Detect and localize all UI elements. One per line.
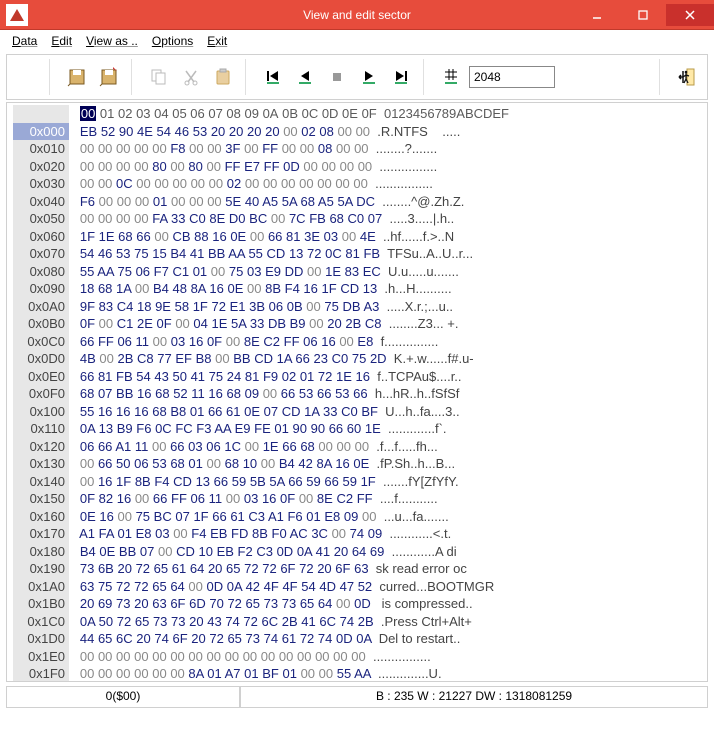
offset-cell: 0x010: [13, 140, 69, 158]
menu-viewas[interactable]: View as ..: [86, 34, 138, 48]
offset-cell: 0x1B0: [13, 595, 69, 613]
offset-cell: 0x0C0: [13, 333, 69, 351]
toolbar: [6, 54, 708, 100]
cut-icon[interactable]: [177, 59, 205, 95]
offset-cell: 0x050: [13, 210, 69, 228]
offset-cell: 0x020: [13, 158, 69, 176]
offset-cell: 0x1C0: [13, 613, 69, 631]
offset-cell: 0x1D0: [13, 630, 69, 648]
offset-cell: 0x100: [13, 403, 69, 421]
titlebar: View and edit sector: [0, 0, 714, 30]
offset-cell: 0x090: [13, 280, 69, 298]
offset-cell: 0x0E0: [13, 368, 69, 386]
menu-data[interactable]: Data: [12, 34, 37, 48]
offset-cell: 0x0B0: [13, 315, 69, 333]
offset-cell: 0x1E0: [13, 648, 69, 666]
status-offset: 0($00): [6, 686, 240, 708]
paste-icon[interactable]: [209, 59, 237, 95]
offset-cell: 0x120: [13, 438, 69, 456]
menu-edit[interactable]: Edit: [51, 34, 72, 48]
offset-cell: 0x060: [13, 228, 69, 246]
status-values: B : 235 W : 21227 DW : 1318081259: [240, 686, 708, 708]
offset-cell: 0x110: [13, 420, 69, 438]
menu-options[interactable]: Options: [152, 34, 193, 48]
first-icon[interactable]: [259, 59, 287, 95]
maximize-button[interactable]: [620, 4, 666, 26]
save-icon[interactable]: [63, 59, 91, 95]
sector-input[interactable]: [469, 66, 555, 88]
close-button[interactable]: [666, 4, 714, 26]
exit-door-icon[interactable]: [673, 59, 701, 95]
app-icon: [6, 4, 28, 26]
toolbar-blank[interactable]: [13, 59, 41, 95]
offset-cell: 0x140: [13, 473, 69, 491]
last-icon[interactable]: [387, 59, 415, 95]
statusbar: 0($00) B : 235 W : 21227 DW : 1318081259: [6, 686, 708, 708]
offset-cell: 0x070: [13, 245, 69, 263]
copy-icon[interactable]: [145, 59, 173, 95]
offset-cell: 0x000: [13, 123, 69, 141]
offset-cell: 0x190: [13, 560, 69, 578]
stop-icon[interactable]: [323, 59, 351, 95]
offset-cell: 0x160: [13, 508, 69, 526]
offset-cell: 0x150: [13, 490, 69, 508]
offset-cell: 0x1F0: [13, 665, 69, 682]
prev-icon[interactable]: [291, 59, 319, 95]
save-as-icon[interactable]: [95, 59, 123, 95]
offset-cell: 0x0F0: [13, 385, 69, 403]
offset-cell: 0x0D0: [13, 350, 69, 368]
offset-cell: 0x030: [13, 175, 69, 193]
offset-cell: 0x080: [13, 263, 69, 281]
menubar: Data Edit View as .. Options Exit: [0, 30, 714, 52]
offset-cell: 0x130: [13, 455, 69, 473]
goto-icon[interactable]: [437, 59, 465, 95]
menu-exit[interactable]: Exit: [207, 34, 227, 48]
offset-cell: 0x0A0: [13, 298, 69, 316]
hex-view[interactable]: 00 01 02 03 04 05 06 07 08 09 0A 0B 0C 0…: [6, 102, 708, 682]
offset-cell: 0x170: [13, 525, 69, 543]
next-icon[interactable]: [355, 59, 383, 95]
offset-cell: 0x040: [13, 193, 69, 211]
offset-cell: 0x180: [13, 543, 69, 561]
offset-cell: 0x1A0: [13, 578, 69, 596]
minimize-button[interactable]: [574, 4, 620, 26]
